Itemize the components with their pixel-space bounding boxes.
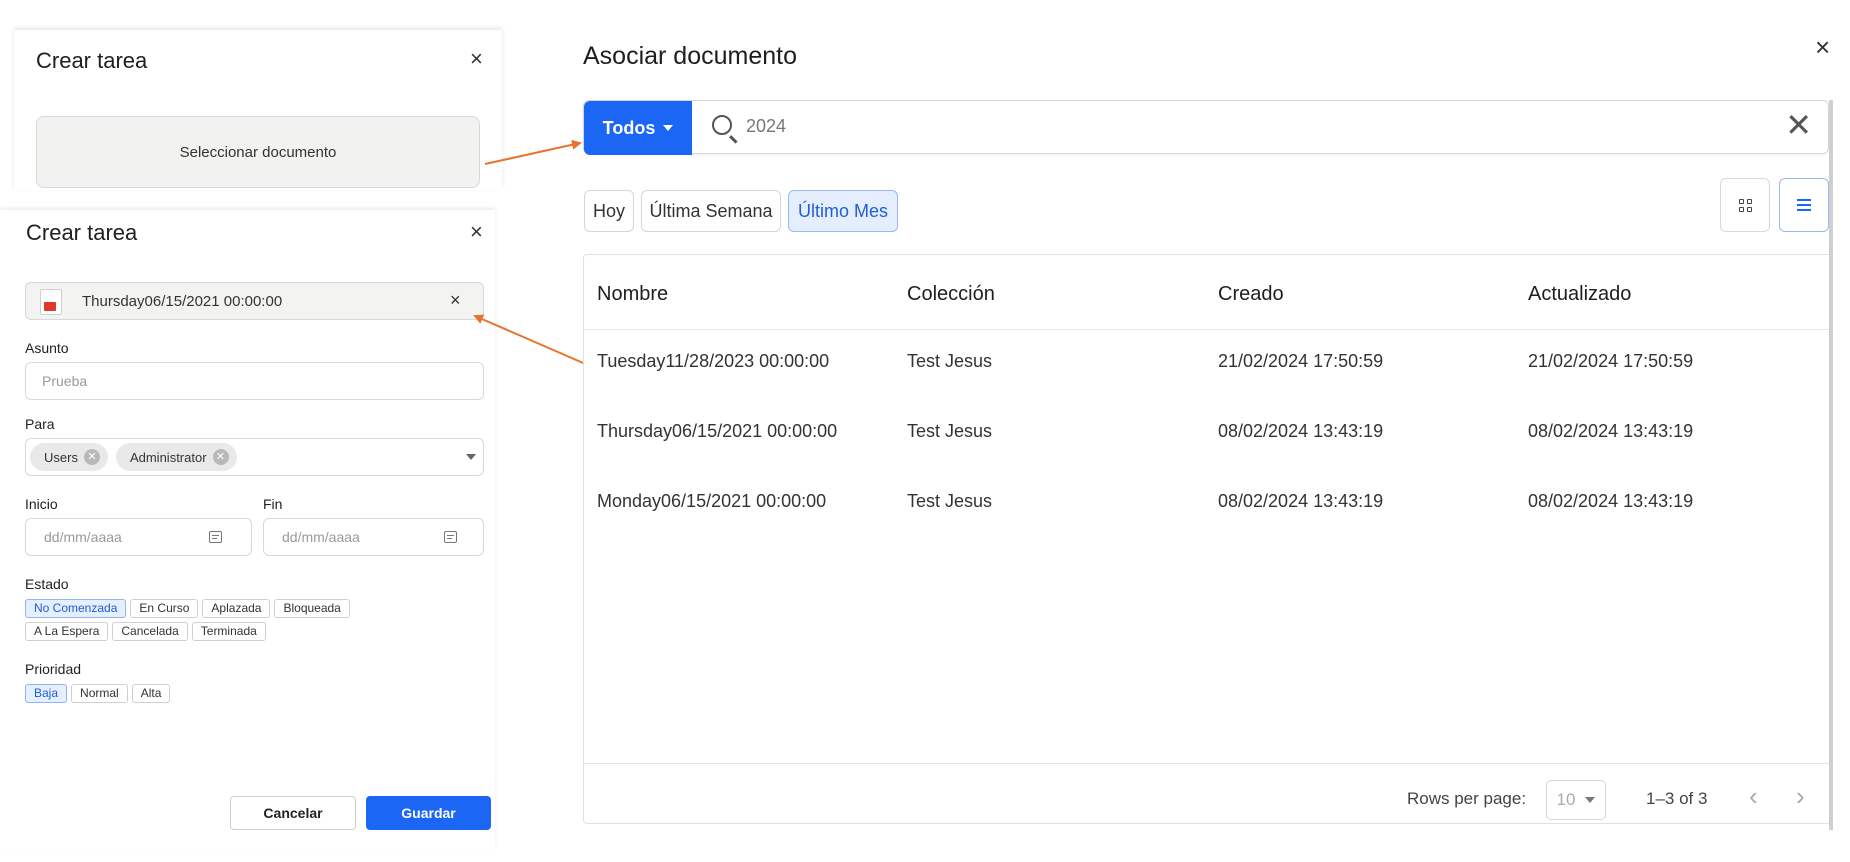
cell-created: 08/02/2024 13:43:19 <box>1218 491 1384 511</box>
column-header-created[interactable]: Creado <box>1218 283 1284 306</box>
next-page-icon[interactable]: › <box>1796 783 1805 809</box>
caret-down-icon <box>1585 797 1596 803</box>
rows-per-page-select[interactable]: 10 <box>1546 780 1606 820</box>
column-header-updated[interactable]: Actualizado <box>1528 283 1631 306</box>
list-view-button[interactable] <box>1779 178 1829 232</box>
cell-name: Monday06/15/2021 00:00:00 <box>597 491 827 511</box>
filter-last-month[interactable]: Último Mes <box>788 190 898 232</box>
scrollbar[interactable] <box>1829 100 1833 830</box>
scope-label: Todos <box>602 117 656 138</box>
documents-table: Nombre Colección Creado Actualizado Tues… <box>583 254 1833 824</box>
cell-collection: Test Jesus <box>907 491 993 511</box>
clear-search-icon[interactable]: ✕ <box>1785 109 1812 141</box>
cell-updated: 08/02/2024 13:43:19 <box>1528 491 1694 511</box>
search-icon <box>712 115 732 135</box>
grid-view-button[interactable] <box>1720 178 1770 232</box>
filter-last-week[interactable]: Última Semana <box>641 190 781 232</box>
table-row[interactable]: Thursday06/15/2021 00:00:00 Test Jesus 0… <box>584 405 1832 465</box>
cell-collection: Test Jesus <box>907 421 993 441</box>
cell-updated: 08/02/2024 13:43:19 <box>1528 421 1694 441</box>
cell-created: 21/02/2024 17:50:59 <box>1218 351 1384 371</box>
cell-name: Thursday06/15/2021 00:00:00 <box>597 421 838 441</box>
cell-name: Tuesday11/28/2023 00:00:00 <box>597 351 830 371</box>
grid-icon <box>1738 198 1752 212</box>
prev-page-icon[interactable]: ‹ <box>1749 783 1758 809</box>
list-icon <box>1797 199 1811 211</box>
rows-per-page-label: Rows per page: <box>1407 789 1527 808</box>
rows-per-page-value: 10 <box>1556 790 1576 809</box>
scope-dropdown-button[interactable]: Todos <box>584 101 692 155</box>
table-row[interactable]: Monday06/15/2021 00:00:00 Test Jesus 08/… <box>584 475 1832 535</box>
close-icon[interactable]: × <box>1815 34 1830 60</box>
column-header-name[interactable]: Nombre <box>597 283 668 306</box>
arrow-to-search <box>484 139 582 165</box>
page-range: 1–3 of 3 <box>1646 789 1708 808</box>
table-row[interactable]: Tuesday11/28/2023 00:00:00 Test Jesus 21… <box>584 335 1832 395</box>
cell-collection: Test Jesus <box>907 351 993 371</box>
header-divider <box>584 329 1832 330</box>
search-input[interactable]: 2024 <box>746 116 786 137</box>
footer-divider <box>584 763 1832 764</box>
dialog-title: Asociar documento <box>583 42 798 70</box>
column-header-collection[interactable]: Colección <box>907 283 995 306</box>
filter-today[interactable]: Hoy <box>584 190 634 232</box>
arrow-to-document <box>473 314 598 370</box>
caret-down-icon <box>663 125 674 131</box>
cell-created: 08/02/2024 13:43:19 <box>1218 421 1384 441</box>
cell-updated: 21/02/2024 17:50:59 <box>1528 351 1694 371</box>
search-bar: Todos 2024 ✕ <box>583 100 1829 155</box>
